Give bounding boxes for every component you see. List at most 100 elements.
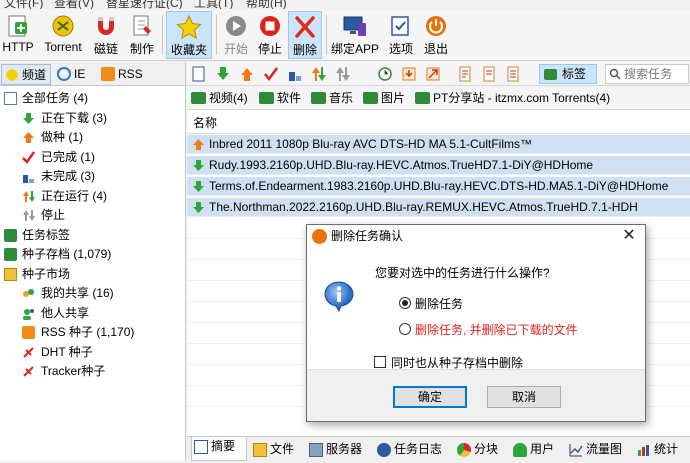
torrent-button[interactable]: Torrent [40,11,86,59]
ie-icon [57,67,71,81]
tree-seeding[interactable]: 做种 (1) [0,128,185,148]
task-list-icon [4,92,17,105]
tags-toggle-button[interactable]: 标签 [539,64,597,84]
task-row[interactable]: Inbred 2011 1080p Blu-ray AVC DTS-HD MA … [187,135,690,154]
tree-task-tags[interactable]: 任务标签 [0,226,185,246]
detail-tabs: 摘要 文件 服务器 任务日志 分块 用户 流量图 统计 [187,436,690,461]
bind-app-button[interactable]: 绑定APP [330,11,380,59]
task-row[interactable]: Terms.of.Endearment.1983.2160p.UHD.Blu-r… [187,177,690,196]
tab-pieces[interactable]: 分块 [455,440,507,460]
menu-tools[interactable]: 工具(T) [194,0,233,9]
checkmark-icon[interactable] [263,66,279,82]
tab-summary[interactable]: 摘要 [191,437,247,461]
tab-servers[interactable]: 服务器 [307,440,369,460]
bind-app-icon [343,16,366,36]
category-software[interactable]: 软件 [259,90,301,106]
file-info-icon[interactable] [481,66,497,82]
stopped-arrows-icon[interactable] [335,66,351,82]
schedule-icon[interactable] [377,66,393,82]
option-delete-task[interactable]: 删除任务 [397,295,597,311]
toolbar-separator [326,15,327,55]
arrow-up-icon[interactable] [239,66,255,82]
close-icon[interactable]: ✕ [621,227,637,245]
up-down-arrows-icon[interactable] [311,66,327,82]
category-video[interactable]: 视频(4) [191,90,248,106]
menu-help[interactable]: 帮助(H) [246,0,287,9]
tree-seed-market[interactable]: 种子市场 [0,265,185,285]
tree-my-share[interactable]: 我的共享 (16) [0,284,185,304]
tab-files[interactable]: 文件 [251,440,303,460]
delete-icon [295,16,315,38]
tag-icon [363,92,378,104]
tree-others-share[interactable]: 他人共享 [0,304,185,324]
tab-traffic-graph[interactable]: 流量图 [567,440,631,460]
tree-all-tasks[interactable]: 全部任务 (4) [0,89,185,109]
menu-file[interactable]: 文件(F) [4,0,43,9]
toolbar-separator [216,15,217,55]
stop-icon [260,16,280,36]
dialog-title: 删除任务确认 [331,229,404,243]
magnet-button[interactable]: 磁链 [90,11,122,59]
checkbox-remove-from-archive[interactable]: 同时也从种子存档中删除 [373,354,603,370]
tree-stopped[interactable]: 停止 [0,206,185,226]
bar-chart-icon[interactable] [287,66,303,82]
archive-icon [4,248,17,261]
category-music[interactable]: 音乐 [311,90,353,106]
column-header-name[interactable]: 名称 [187,112,690,134]
task-row[interactable]: The.Northman.2022.2160p.UHD.Blu-ray.REMU… [187,198,690,217]
ok-button[interactable]: 确定 [393,386,467,408]
search-icon [609,68,621,80]
http-button[interactable]: HTTP [2,11,34,59]
tab-task-log[interactable]: 任务日志 [375,440,451,460]
radio-delete-with-files[interactable] [399,323,411,335]
radio-delete-task[interactable] [399,297,411,309]
arrow-down-icon[interactable] [215,66,231,82]
import-icon[interactable] [401,66,417,82]
tree-dht-seeds[interactable]: DHT 种子 [0,343,185,363]
tree-tracker-seeds[interactable]: Tracker种子 [0,362,185,382]
cancel-button[interactable]: 取消 [487,386,561,408]
stop-button[interactable]: 停止 [254,11,286,59]
make-torrent-button[interactable]: 制作 [126,11,158,59]
pie-chart-icon [457,443,471,457]
options-button[interactable]: 选项 [384,11,418,59]
option-delete-with-files[interactable]: 删除任务, 并删除已下载的文件 [397,321,627,337]
line-chart-icon [569,443,583,457]
tab-statistics[interactable]: 统计 [635,440,689,460]
tree-seed-archive[interactable]: 种子存档 (1,079) [0,245,185,265]
tree-incomplete[interactable]: 未完成 (3) [0,167,185,187]
menu-tasks[interactable]: 替星速行证(C) [106,0,183,9]
tab-ie[interactable]: IE [54,64,94,85]
star-icon [176,15,202,39]
tag-icon [415,92,430,104]
exit-button[interactable]: 退出 [420,11,452,59]
users-icon [22,307,35,320]
new-task-icon[interactable] [191,66,207,82]
start-button[interactable]: 开始 [220,11,252,59]
delete-button[interactable]: 删除 [288,11,322,59]
tree-downloading[interactable]: 正在下载 (3) [0,109,185,129]
tree-running[interactable]: 正在运行 (4) [0,187,185,207]
stopped-arrows-icon [22,209,35,222]
tag-icon [311,92,326,104]
magnet-icon [98,17,114,35]
arrow-up-icon [22,131,35,144]
file-props-icon[interactable] [505,66,521,82]
favorites-button[interactable]: 收藏夹 [166,11,212,59]
up-down-arrows-icon [22,190,35,203]
tab-rss[interactable]: RSS [98,64,144,85]
search-input[interactable]: 搜索任务 [605,64,689,84]
torrent-icon [52,15,74,37]
tab-channel[interactable]: 频道 [1,64,51,85]
http-add-icon [8,15,27,37]
tree-rss-seeds[interactable]: RSS 种子 (1,170) [0,323,185,343]
category-pictures[interactable]: 图片 [363,90,405,106]
menu-view[interactable]: 查看(V) [54,0,94,9]
tab-users[interactable]: 用户 [511,440,563,460]
category-pt-site[interactable]: PT分享站 - itzmx.com Torrents(4) [415,90,610,106]
task-row[interactable]: Rudy.1993.2160p.UHD.Blu-ray.HEVC.Atmos.T… [187,156,690,175]
checkbox-box[interactable] [374,356,386,368]
file-list-icon[interactable] [457,66,473,82]
tree-completed[interactable]: 已完成 (1) [0,148,185,168]
export-icon[interactable] [425,66,441,82]
